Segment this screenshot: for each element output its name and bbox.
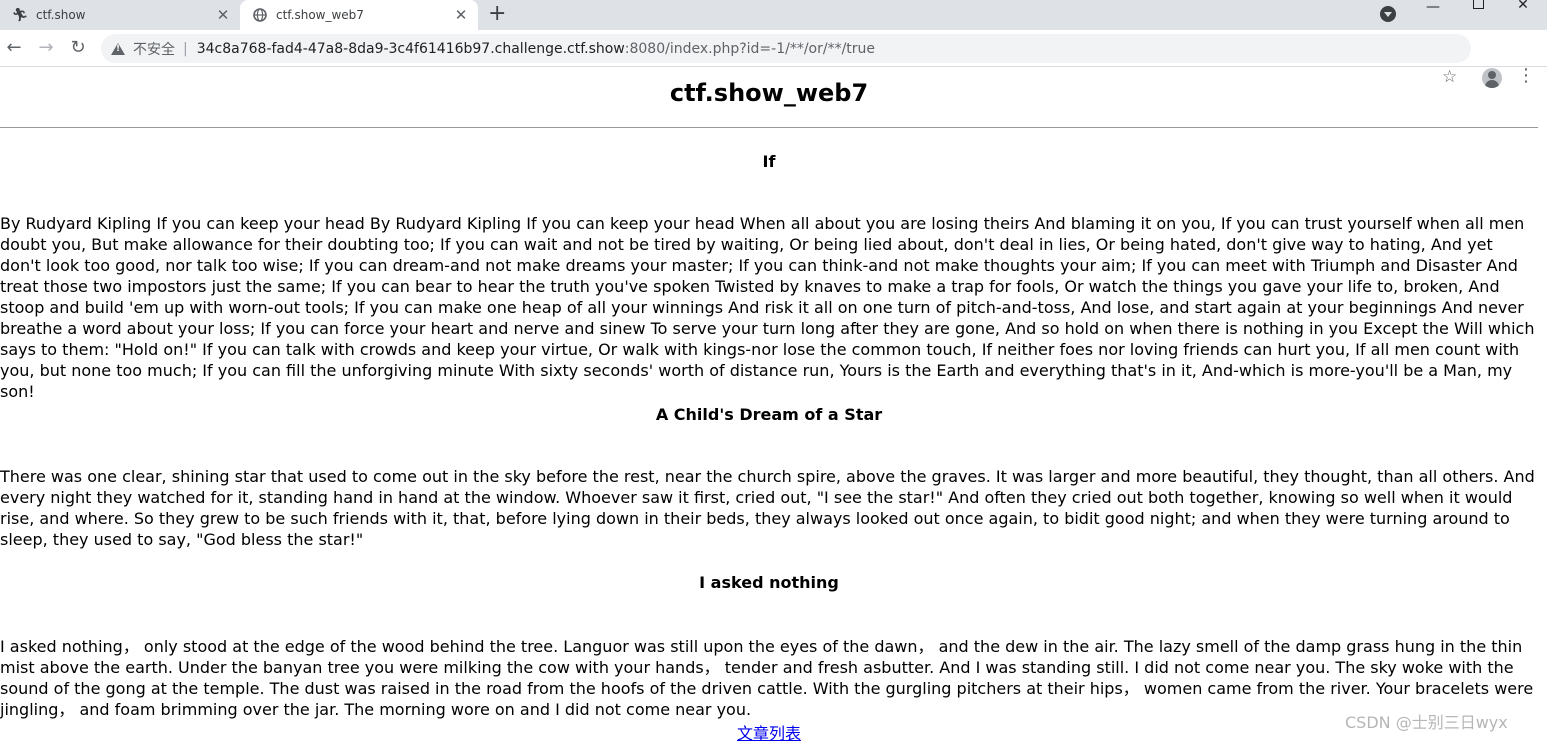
url-host[interactable]: 34c8a768-fad4-47a8-8da9-3c4f61416b97.cha… <box>197 41 625 57</box>
close-window-button[interactable]: ✕ <box>1500 0 1546 12</box>
article-body: I asked nothing， only stood at the edge … <box>0 637 1534 719</box>
minimize-button[interactable]: — <box>1410 0 1456 14</box>
article-title: If <box>762 152 776 171</box>
tab-ctfshow[interactable]: 🏃︎ ctf.show ✕ <box>0 0 240 30</box>
tab-title: ctf.show <box>36 8 86 22</box>
close-icon[interactable]: ✕ <box>450 6 472 24</box>
warning-icon[interactable] <box>111 42 125 55</box>
csdn-watermark: CSDN @士别三日wyx <box>1345 713 1508 732</box>
tab-search-icon[interactable] <box>1380 6 1396 22</box>
reload-icon[interactable]: ↻ <box>67 37 89 59</box>
divider: | <box>183 40 188 57</box>
article-list-link[interactable]: 文章列表 <box>0 720 1538 744</box>
tab-ctfshow-web7[interactable]: ctf.show_web7 ✕ <box>240 0 478 30</box>
maximize-button[interactable] <box>1455 0 1501 10</box>
url-path[interactable]: :8080/index.php?id=-1/**/or/**/true <box>625 41 875 57</box>
security-label[interactable]: 不安全 <box>133 39 175 59</box>
tab-strip: 🏃︎ ctf.show ✕ ctf.show_web7 ✕ + — ✕ <box>0 0 1547 30</box>
runner-icon: 🏃︎ <box>11 7 29 23</box>
close-icon[interactable]: ✕ <box>212 6 234 24</box>
horizontal-rule <box>0 127 1538 128</box>
globe-icon <box>252 7 268 23</box>
page-content: ctf.show_web7 If By Rudyard Kipling If y… <box>0 68 1547 744</box>
article-title: A Child's Dream of a Star <box>655 405 883 424</box>
browser-toolbar: ← → ↻ 不安全 | 34c8a768-fad4-47a8-8da9-3c4f… <box>0 30 1547 88</box>
article-body: By Rudyard Kipling If you can keep your … <box>0 214 1535 401</box>
article-body: There was one clear, shining star that u… <box>0 467 1535 549</box>
address-bar[interactable]: 不安全 | 34c8a768-fad4-47a8-8da9-3c4f61416b… <box>101 34 1471 63</box>
new-tab-button[interactable]: + <box>488 3 506 25</box>
back-arrow-icon[interactable]: ← <box>3 37 25 59</box>
forward-arrow-icon[interactable]: → <box>35 37 57 59</box>
page-title: ctf.show_web7 <box>669 79 869 107</box>
article-title: I asked nothing <box>699 573 839 592</box>
tab-title: ctf.show_web7 <box>276 8 364 22</box>
